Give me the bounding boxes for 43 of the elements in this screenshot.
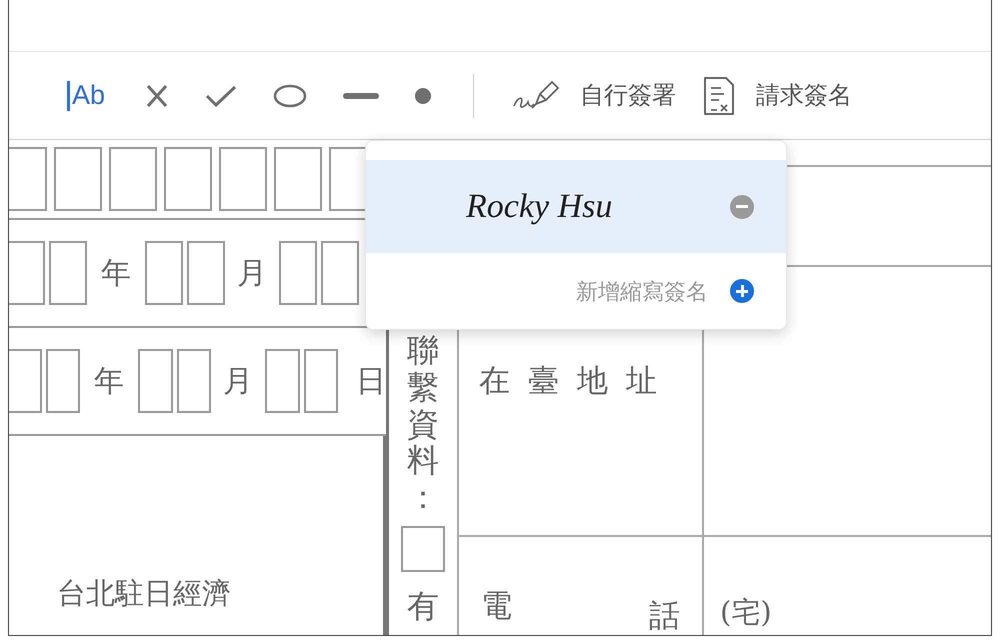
home-phone-label: (宅) xyxy=(720,595,772,629)
digit-box xyxy=(138,349,172,413)
plus-icon xyxy=(730,279,754,303)
phone-label: 話 xyxy=(649,597,680,635)
digit-box xyxy=(9,147,47,211)
digit-box xyxy=(219,147,267,211)
contact-info-label: 聯繫資料： xyxy=(407,332,439,516)
digit-box xyxy=(164,147,212,211)
digit-box xyxy=(145,241,183,305)
digit-box xyxy=(49,241,87,305)
document-icon xyxy=(702,76,736,116)
ellipse-icon[interactable] xyxy=(273,84,308,108)
cross-icon[interactable] xyxy=(145,82,170,108)
digit-box xyxy=(54,147,102,211)
address-label: 在臺地址 xyxy=(479,363,675,399)
checkmark-icon[interactable] xyxy=(205,84,238,108)
digit-box xyxy=(265,349,300,413)
month-label: 月 xyxy=(237,254,267,292)
dot-icon[interactable] xyxy=(415,88,432,104)
year-label: 年 xyxy=(94,362,124,400)
office-name-text: 台北駐日經濟 xyxy=(57,574,232,612)
digit-box xyxy=(187,241,225,305)
month-label: 月 xyxy=(223,362,253,400)
digit-box xyxy=(9,349,42,413)
checkbox[interactable] xyxy=(401,526,445,572)
digit-box xyxy=(274,147,322,211)
digit-box xyxy=(321,241,359,305)
digit-box xyxy=(9,241,45,305)
signature-option[interactable]: Rocky Hsu xyxy=(366,160,786,253)
digit-box xyxy=(109,147,157,211)
digit-box xyxy=(46,349,80,413)
pen-signature-icon xyxy=(512,80,560,112)
digit-box xyxy=(304,349,338,413)
text-tool[interactable]: Ab xyxy=(63,78,110,114)
year-label: 年 xyxy=(101,254,131,292)
remove-icon[interactable] xyxy=(730,194,754,218)
phone-label: 電 xyxy=(481,587,512,626)
digit-box xyxy=(279,241,317,305)
fill-and-sign-button[interactable]: 自行簽署 xyxy=(512,78,676,114)
digit-box xyxy=(176,349,211,413)
request-signature-button[interactable]: 請求簽名 xyxy=(702,76,852,116)
checkbox-label: 有 xyxy=(407,586,439,627)
day-label: 日 xyxy=(356,362,386,400)
